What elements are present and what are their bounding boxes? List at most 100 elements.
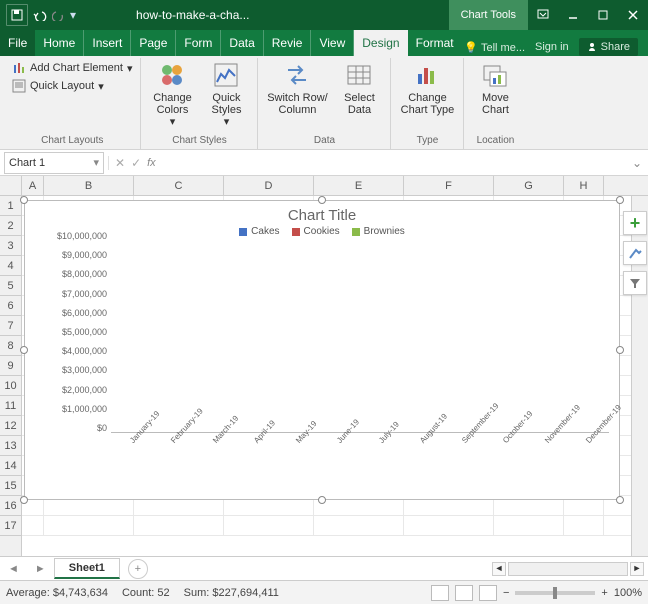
fx-icon[interactable]: fx: [147, 157, 156, 169]
x-tick-label: December-19: [584, 433, 616, 463]
column-header[interactable]: H: [564, 176, 604, 195]
row-header[interactable]: 16: [0, 496, 21, 516]
resize-handle[interactable]: [20, 496, 28, 504]
qat-dropdown-icon[interactable]: ▾: [70, 8, 76, 22]
save-icon[interactable]: [6, 4, 28, 26]
resize-handle[interactable]: [318, 496, 326, 504]
tab-home[interactable]: Home: [35, 30, 84, 56]
change-chart-type-button[interactable]: Change Chart Type: [397, 60, 457, 116]
row-header[interactable]: 10: [0, 376, 21, 396]
chevron-down-icon: ▾: [224, 116, 230, 128]
page-layout-view-button[interactable]: [455, 585, 473, 601]
row-header[interactable]: 8: [0, 336, 21, 356]
chevron-down-icon[interactable]: ▾: [93, 156, 99, 169]
sign-in[interactable]: Sign in: [535, 41, 569, 53]
sheet-nav-next-icon[interactable]: ►: [27, 563, 54, 575]
x-tick-label: September-19: [460, 433, 492, 463]
row-header[interactable]: 7: [0, 316, 21, 336]
chart-filters-button[interactable]: [623, 271, 647, 295]
share-button[interactable]: Share: [579, 38, 638, 56]
sheet-nav-prev-icon[interactable]: ◄: [0, 563, 27, 575]
close-icon[interactable]: [618, 0, 648, 30]
tab-format[interactable]: Format: [408, 30, 462, 56]
change-colors-button[interactable]: Change Colors▾: [147, 60, 197, 128]
cancel-formula-icon[interactable]: ✕: [115, 156, 125, 170]
horizontal-scrollbar[interactable]: ◄ ►: [492, 562, 648, 576]
column-header[interactable]: B: [44, 176, 134, 195]
column-header[interactable]: G: [494, 176, 564, 195]
resize-handle[interactable]: [616, 496, 624, 504]
select-all-corner[interactable]: [0, 176, 22, 195]
tell-me[interactable]: 💡 Tell me...: [464, 41, 525, 54]
resize-handle[interactable]: [616, 346, 624, 354]
column-header[interactable]: F: [404, 176, 494, 195]
undo-icon[interactable]: [32, 9, 48, 21]
zoom-slider[interactable]: [515, 591, 595, 595]
zoom-in-button[interactable]: +: [601, 587, 607, 599]
tab-design[interactable]: Design: [354, 30, 407, 56]
tab-review[interactable]: Revie: [264, 30, 312, 56]
x-axis: January-19February-19March-19April-19May…: [111, 433, 609, 469]
quick-styles-button[interactable]: Quick Styles▾: [201, 60, 251, 128]
row-header[interactable]: 1: [0, 196, 21, 216]
enter-formula-icon[interactable]: ✓: [131, 156, 141, 170]
minimize-icon[interactable]: [558, 0, 588, 30]
tab-file[interactable]: File: [0, 30, 35, 56]
row-header[interactable]: 9: [0, 356, 21, 376]
normal-view-button[interactable]: [431, 585, 449, 601]
resize-handle[interactable]: [20, 196, 28, 204]
plot-area[interactable]: [111, 231, 609, 433]
quick-access-toolbar: ▾: [0, 4, 76, 26]
ribbon-options-icon[interactable]: [528, 0, 558, 30]
select-data-button[interactable]: Select Data: [334, 60, 384, 116]
status-average: Average: $4,743,634: [6, 587, 108, 599]
row-header[interactable]: 6: [0, 296, 21, 316]
tab-data[interactable]: Data: [221, 30, 263, 56]
row-header[interactable]: 3: [0, 236, 21, 256]
y-axis: $10,000,000$9,000,000$8,000,000$7,000,00…: [49, 231, 111, 469]
tab-form[interactable]: Form: [176, 30, 221, 56]
chart-elements-button[interactable]: +: [623, 211, 647, 235]
row-header[interactable]: 4: [0, 256, 21, 276]
column-header[interactable]: A: [22, 176, 44, 195]
group-label: Chart Styles: [147, 133, 251, 149]
tab-page[interactable]: Page: [131, 30, 176, 56]
scroll-left-icon[interactable]: ◄: [492, 562, 506, 576]
move-chart-button[interactable]: Move Chart: [470, 60, 520, 116]
sheet-tab[interactable]: Sheet1: [54, 558, 120, 579]
zoom-out-button[interactable]: −: [503, 587, 509, 599]
row-header[interactable]: 12: [0, 416, 21, 436]
chevron-down-icon: ▾: [98, 80, 104, 93]
row-header[interactable]: 15: [0, 476, 21, 496]
quick-layout-button[interactable]: Quick Layout ▾: [10, 78, 106, 94]
row-header[interactable]: 11: [0, 396, 21, 416]
tab-insert[interactable]: Insert: [84, 30, 131, 56]
row-header[interactable]: 2: [0, 216, 21, 236]
scroll-right-icon[interactable]: ►: [630, 562, 644, 576]
chart-object[interactable]: + Chart Title $10,000,000$9,000,000$8,00…: [24, 200, 620, 500]
switch-row-column-button[interactable]: Switch Row/ Column: [264, 60, 330, 116]
formula-input[interactable]: [162, 152, 626, 174]
add-chart-element-button[interactable]: Add Chart Element ▾: [10, 60, 134, 76]
tab-view[interactable]: View: [311, 30, 354, 56]
maximize-icon[interactable]: [588, 0, 618, 30]
row-header[interactable]: 13: [0, 436, 21, 456]
y-tick-label: $5,000,000: [49, 327, 107, 337]
page-break-view-button[interactable]: [479, 585, 497, 601]
name-box[interactable]: Chart 1▾: [4, 152, 104, 174]
column-header[interactable]: C: [134, 176, 224, 195]
resize-handle[interactable]: [20, 346, 28, 354]
chart-title[interactable]: Chart Title: [25, 201, 619, 226]
redo-icon[interactable]: [52, 9, 66, 21]
expand-formula-bar-icon[interactable]: ⌄: [626, 156, 648, 170]
row-header[interactable]: 5: [0, 276, 21, 296]
resize-handle[interactable]: [318, 196, 326, 204]
new-sheet-button[interactable]: +: [128, 559, 148, 579]
zoom-level[interactable]: 100%: [614, 587, 642, 599]
resize-handle[interactable]: [616, 196, 624, 204]
chart-styles-button[interactable]: [623, 241, 647, 265]
row-header[interactable]: 14: [0, 456, 21, 476]
column-header[interactable]: E: [314, 176, 404, 195]
column-header[interactable]: D: [224, 176, 314, 195]
row-header[interactable]: 17: [0, 516, 21, 536]
